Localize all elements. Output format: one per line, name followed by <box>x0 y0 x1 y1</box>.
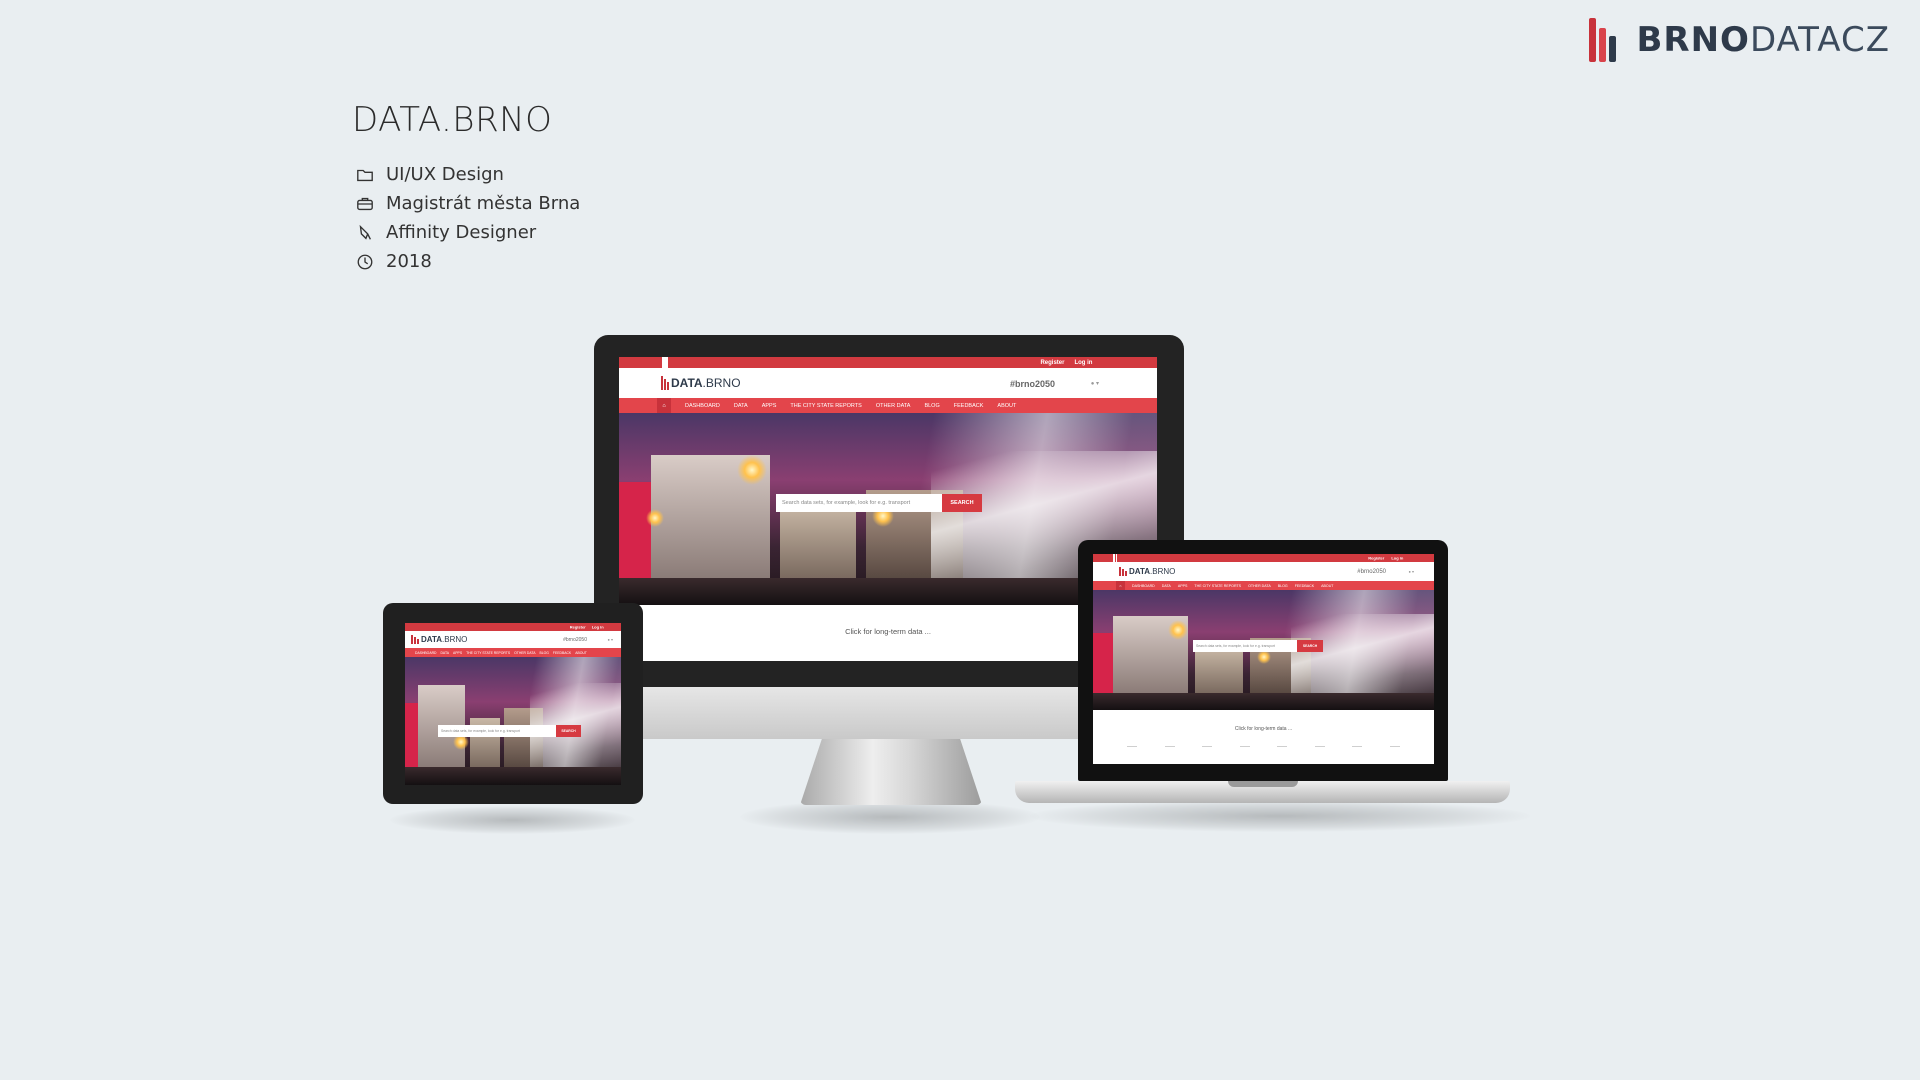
meta-label: Affinity Designer <box>386 222 537 243</box>
register-link[interactable]: Register <box>1040 360 1064 366</box>
footer-dividers <box>1127 746 1400 747</box>
nav-data[interactable]: DATA <box>734 403 748 409</box>
nav-reports[interactable]: THE CITY STATE REPORTS <box>466 651 510 655</box>
nav-feedback[interactable]: FEEDBACK <box>1295 584 1314 588</box>
meta-client: Magistrát města Brna <box>352 189 580 218</box>
brand-wordmark-light: DATACZ <box>1749 20 1890 60</box>
search-bar: Search data sets, for example, look for … <box>1193 640 1323 652</box>
language-switch[interactable]: ● ▾ <box>607 637 613 642</box>
imac-shadow <box>740 800 1040 834</box>
laptop-shadow <box>1030 800 1530 832</box>
site-logo-bold: DATA <box>671 376 703 390</box>
nav-other-data[interactable]: OTHER DATA <box>876 403 911 409</box>
nav-about[interactable]: ABOUT <box>1321 584 1333 588</box>
site-topbar: Register Log in <box>405 623 621 631</box>
imac-screen: Register Log in DATA.BRNO #brno2050 ● ▾ … <box>619 357 1157 661</box>
search-bar: Search data sets, for example, look for … <box>776 494 982 512</box>
hero-image: Search data sets, for example, look for … <box>619 413 1157 605</box>
nav-dashboard[interactable]: DASHBOARD <box>415 651 436 655</box>
nav-apps[interactable]: APPS <box>1178 584 1188 588</box>
site-nav: ⌂ DASHBOARD DATA APPS THE CITY STATE REP… <box>619 398 1157 413</box>
meta-label: Magistrát města Brna <box>386 193 581 214</box>
site-logo[interactable]: DATA.BRNO <box>1119 567 1175 576</box>
brand-wordmark: BRNODATACZ <box>1637 20 1891 60</box>
laptop-screen: Register Log in DATA.BRNO #brno2050 ● ▾ … <box>1093 554 1434 764</box>
nav-blog[interactable]: BLOG <box>924 403 939 409</box>
meta-label: UI/UX Design <box>386 164 504 185</box>
tablet-shadow <box>390 806 635 834</box>
meta-tool: Affinity Designer <box>352 218 580 247</box>
home-icon[interactable]: ⌂ <box>657 398 671 413</box>
site-nav: DASHBOARD DATA APPS THE CITY STATE REPOR… <box>405 648 621 657</box>
nav-reports[interactable]: THE CITY STATE REPORTS <box>790 403 861 409</box>
site-topbar: Register Log in <box>619 357 1157 368</box>
site-header: DATA.BRNO #brno2050 ● ▾ <box>619 368 1157 398</box>
search-input[interactable]: Search data sets, for example, look for … <box>438 725 556 737</box>
meta-category: UI/UX Design <box>352 160 580 189</box>
site-logo-bold: DATA <box>421 635 443 644</box>
briefcase-icon <box>357 197 373 210</box>
login-link[interactable]: Log in <box>1391 556 1403 561</box>
site-logo[interactable]: DATA.BRNO <box>661 376 741 390</box>
site-logo-light: .BRNO <box>442 635 468 644</box>
clock-icon <box>357 254 373 269</box>
site-hashtag: #brno2050 <box>1357 569 1386 575</box>
nav-apps[interactable]: APPS <box>762 403 777 409</box>
site-logo-bold: DATA <box>1129 567 1151 576</box>
nav-apps[interactable]: APPS <box>453 651 462 655</box>
site-header: DATA.BRNO #brno2050 ● ▾ <box>1093 562 1434 581</box>
site-logo-light: .BRNO <box>702 376 741 390</box>
search-input[interactable]: Search data sets, for example, look for … <box>1193 640 1297 652</box>
site-logo[interactable]: DATA.BRNO <box>411 635 467 644</box>
site-hashtag: #brno2050 <box>1009 379 1055 389</box>
nav-other-data[interactable]: OTHER DATA <box>514 651 535 655</box>
nav-data[interactable]: DATA <box>1162 584 1171 588</box>
nav-blog[interactable]: BLOG <box>1278 584 1288 588</box>
folder-icon <box>357 169 373 181</box>
site-topbar: Register Log in <box>1093 554 1434 562</box>
nav-blog[interactable]: BLOG <box>539 651 548 655</box>
site-nav: ⌂ DASHBOARD DATA APPS THE CITY STATE REP… <box>1093 581 1434 590</box>
search-button[interactable]: SEARCH <box>556 725 581 737</box>
search-button[interactable]: SEARCH <box>942 494 982 512</box>
brand-logo: BRNODATACZ <box>1588 18 1891 62</box>
search-input[interactable]: Search data sets, for example, look for … <box>776 494 942 512</box>
login-link[interactable]: Log in <box>1074 360 1092 366</box>
nav-dashboard[interactable]: DASHBOARD <box>685 403 720 409</box>
register-link[interactable]: Register <box>1368 556 1384 561</box>
long-term-data-link[interactable]: Click for long-term data ... <box>619 627 1157 636</box>
nav-other-data[interactable]: OTHER DATA <box>1248 584 1271 588</box>
language-switch[interactable]: ● ▾ <box>1091 380 1099 387</box>
register-link[interactable]: Register <box>570 625 586 630</box>
search-bar: Search data sets, for example, look for … <box>438 725 581 737</box>
hero-image: Search data sets, for example, look for … <box>405 657 621 785</box>
meta-year: 2018 <box>352 247 580 276</box>
project-meta-list: UI/UX Design Magistrát města Brna Affini… <box>352 160 580 276</box>
tablet-screen: Register Log in DATA.BRNO #brno2050 ● ▾ … <box>405 623 621 785</box>
site-logo-light: .BRNO <box>1150 567 1176 576</box>
nav-dashboard[interactable]: DASHBOARD <box>1132 584 1155 588</box>
meta-label: 2018 <box>386 251 432 272</box>
language-switch[interactable]: ● ▾ <box>1408 569 1414 574</box>
login-link[interactable]: Log in <box>592 625 604 630</box>
imac-stand <box>800 739 982 805</box>
pen-icon <box>359 224 372 240</box>
hero-image: Search data sets, for example, look for … <box>1093 590 1434 710</box>
nav-data[interactable]: DATA <box>440 651 449 655</box>
nav-about[interactable]: ABOUT <box>575 651 587 655</box>
project-info: DATA.BRNO UI/UX Design Magistrát města B… <box>352 100 580 276</box>
nav-feedback[interactable]: FEEDBACK <box>954 403 984 409</box>
nav-about[interactable]: ABOUT <box>997 403 1016 409</box>
laptop-notch <box>1228 781 1298 787</box>
long-term-data-link[interactable]: Click for long-term data ... <box>1093 726 1434 732</box>
brand-mark-icon <box>1588 18 1619 62</box>
nav-reports[interactable]: THE CITY STATE REPORTS <box>1194 584 1241 588</box>
brand-wordmark-bold: BRNO <box>1636 20 1750 60</box>
site-header: DATA.BRNO #brno2050 ● ▾ <box>405 631 621 648</box>
home-icon[interactable]: ⌂ <box>1116 581 1125 590</box>
site-hashtag: #brno2050 <box>563 637 587 643</box>
project-title: DATA.BRNO <box>352 100 553 140</box>
search-button[interactable]: SEARCH <box>1297 640 1323 652</box>
nav-feedback[interactable]: FEEDBACK <box>553 651 571 655</box>
